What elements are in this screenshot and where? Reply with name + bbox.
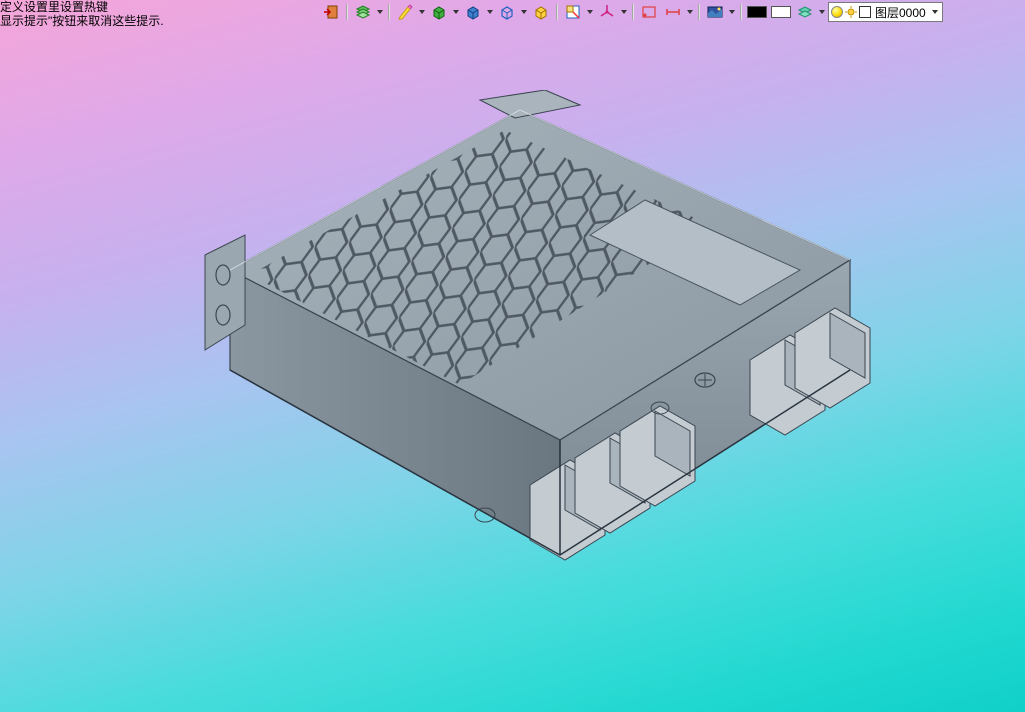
layer-selector[interactable]: 图层0000	[828, 2, 943, 22]
layer-toggle-dropdown[interactable]	[818, 3, 826, 21]
cad-model[interactable]	[150, 90, 880, 620]
toolbar-separator	[556, 4, 558, 20]
section-dropdown[interactable]	[586, 3, 594, 21]
main-toolbar: 图层0000	[320, 2, 943, 22]
highlighter-dropdown[interactable]	[418, 3, 426, 21]
box-blue-icon[interactable]	[462, 3, 484, 21]
toolbar-separator	[740, 4, 742, 20]
axis-dropdown[interactable]	[620, 3, 628, 21]
box-outline-icon[interactable]	[496, 3, 518, 21]
toolbar-separator	[632, 4, 634, 20]
box-green-icon[interactable]	[428, 3, 450, 21]
highlighter-icon[interactable]	[394, 3, 416, 21]
viewport-3d[interactable]: 定义设置里设置热键 显示提示"按钮来取消这些提示.	[0, 0, 1025, 712]
render-dropdown[interactable]	[728, 3, 736, 21]
hint-overlay: 定义设置里设置热键 显示提示"按钮来取消这些提示.	[0, 0, 164, 28]
sun-icon	[845, 6, 857, 18]
bulb-icon	[831, 6, 843, 18]
layer-toggle-icon[interactable]	[794, 3, 816, 21]
box-green-dropdown[interactable]	[452, 3, 460, 21]
white-swatch[interactable]	[770, 3, 792, 21]
layer-color-swatch	[859, 6, 871, 18]
render-icon[interactable]	[704, 3, 726, 21]
box-outline-dropdown[interactable]	[520, 3, 528, 21]
hint-line-1: 定义设置里设置热键	[0, 0, 164, 14]
measure-dropdown[interactable]	[686, 3, 694, 21]
measure-icon[interactable]	[662, 3, 684, 21]
hint-line-2: 显示提示"按钮来取消这些提示.	[0, 14, 164, 28]
toolbar-separator	[388, 4, 390, 20]
import-icon[interactable]	[320, 3, 342, 21]
select-rect-icon[interactable]	[638, 3, 660, 21]
isometric-icon[interactable]	[530, 3, 552, 21]
black-swatch[interactable]	[746, 3, 768, 21]
section-icon[interactable]	[562, 3, 584, 21]
toolbar-separator	[346, 4, 348, 20]
layer-name: 图层0000	[873, 4, 928, 21]
layer-dropdown-arrow[interactable]	[930, 10, 940, 14]
layers-stack-icon[interactable]	[352, 3, 374, 21]
box-blue-dropdown[interactable]	[486, 3, 494, 21]
layers-stack-dropdown[interactable]	[376, 3, 384, 21]
toolbar-separator	[698, 4, 700, 20]
axis-icon[interactable]	[596, 3, 618, 21]
